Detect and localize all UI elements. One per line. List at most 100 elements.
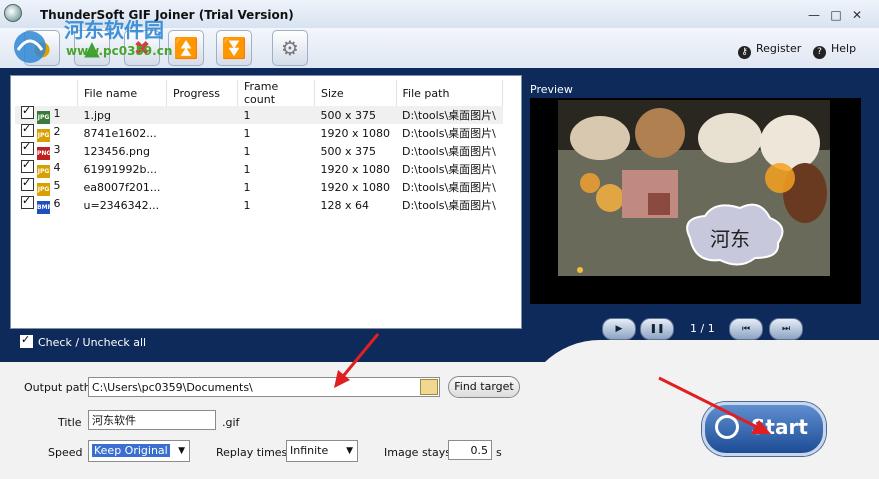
file-path-cell: D:\tools\桌面图片\: [402, 145, 496, 158]
frame-count-cell: 1: [243, 162, 251, 176]
next-frame-button[interactable]: ⏭: [769, 318, 803, 340]
move-down-button[interactable]: ⏬: [216, 30, 252, 66]
page-counter: 1 / 1: [690, 322, 715, 335]
refresh-icon: [715, 415, 739, 439]
row-checkbox[interactable]: [21, 176, 34, 191]
file-type-icon: JPG: [37, 111, 50, 124]
size-cell: 128 x 64: [320, 198, 370, 212]
file-type-icon: BMP: [37, 201, 52, 214]
move-top-button[interactable]: ⏫: [168, 30, 204, 66]
file-path-cell: D:\tools\桌面图片\: [402, 181, 496, 194]
skip-back-icon: ⏮: [741, 324, 751, 334]
file-name-cell: 8741e1602...: [83, 126, 157, 140]
row-index: 3: [53, 143, 61, 156]
minimize-button[interactable]: —: [805, 8, 823, 22]
table-row[interactable]: JPG 11.jpg1500 x 375D:\tools\桌面图片\: [15, 104, 503, 124]
image-stays-input[interactable]: 0.5: [448, 440, 492, 460]
skip-forward-icon: ⏭: [781, 324, 791, 334]
help-icon: ?: [813, 46, 826, 59]
frame-count-cell: 1: [243, 144, 251, 158]
chevron-down-icon: ▼: [346, 446, 353, 456]
table-row[interactable]: JPG 4 61991992b... 1 1920 x 1080 D:\tools\桌面…: [15, 158, 503, 178]
file-path-cell: D:\tools\桌面图片\: [402, 163, 496, 176]
help-link[interactable]: ? Help: [813, 42, 856, 59]
progress-cell: [167, 178, 238, 196]
output-path-input[interactable]: C:\Users\pc0359\Documents\: [88, 377, 440, 397]
file-type-icon: PNG: [37, 147, 51, 160]
gear-icon: ⚙: [281, 36, 299, 60]
title-label: Title: [58, 416, 82, 429]
app-icon: [4, 4, 22, 22]
frame-count-cell: 1: [243, 180, 251, 194]
size-cell: 1920 x 1080: [320, 180, 391, 194]
preview-scene: 河东: [530, 98, 861, 304]
register-link[interactable]: ⚷ Register: [738, 42, 801, 59]
settings-button[interactable]: ⚙: [272, 30, 308, 66]
table-row[interactable]: JPG 5 ea8007f201... 1 1920 x 1080 D:\tools\桌…: [15, 176, 503, 196]
file-name-cell: u=2346342...: [83, 198, 160, 212]
file-name-cell: 1.jpg: [77, 106, 167, 124]
start-button[interactable]: Start: [702, 402, 826, 456]
file-type-icon: JPG: [37, 129, 50, 142]
replay-times-value: Infinite: [290, 444, 329, 457]
column-frame-count[interactable]: Frame count: [237, 80, 315, 106]
column-progress[interactable]: Progress: [166, 80, 238, 106]
row-checkbox[interactable]: [21, 122, 34, 137]
preview-image: 河东: [530, 98, 861, 304]
progress-cell: [167, 160, 238, 178]
file-table: File name Progress Frame count Size File…: [15, 80, 503, 214]
maximize-button[interactable]: □: [827, 8, 845, 22]
watermark-text: 河东软件园: [64, 18, 164, 42]
file-name-cell: 61991992b...: [83, 162, 157, 176]
table-row[interactable]: BMP 6 u=2346342... 1 128 x 64 D:\tools\桌面图片\: [15, 194, 503, 214]
column-size[interactable]: Size: [314, 80, 397, 106]
preview-label: Preview: [530, 83, 573, 96]
previous-frame-button[interactable]: ⏮: [729, 318, 763, 340]
pause-button[interactable]: ❚❚: [640, 318, 674, 340]
replay-times-select[interactable]: Infinite ▼: [286, 440, 358, 462]
row-index: 4: [53, 161, 61, 174]
image-stays-label: Image stays: [384, 446, 451, 459]
row-checkbox[interactable]: [21, 104, 34, 119]
file-list[interactable]: File name Progress Frame count Size File…: [10, 75, 522, 329]
help-label: Help: [831, 42, 857, 55]
check-all-toggle[interactable]: Check / Uncheck all: [20, 333, 146, 349]
row-index: 1: [53, 107, 61, 120]
play-button[interactable]: ▶: [602, 318, 636, 340]
table-row[interactable]: JPG 2 8741e1602... 1 1920 x 1080 D:\tools\桌面…: [15, 122, 503, 142]
key-icon: ⚷: [738, 46, 751, 59]
replay-times-label: Replay times: [216, 446, 288, 459]
pause-icon: ❚❚: [649, 324, 665, 334]
output-path-label: Output path: [24, 381, 91, 394]
table-row[interactable]: PNG 3 123456.png 1 500 x 375 D:\tools\桌面图片\: [15, 140, 503, 160]
file-path-cell: D:\tools\桌面图片\: [402, 127, 496, 140]
find-target-button[interactable]: Find target: [448, 376, 520, 398]
column-file-path[interactable]: File path: [396, 80, 503, 106]
speed-select[interactable]: Keep Original ▼: [88, 440, 190, 462]
speed-label: Speed: [48, 446, 83, 459]
register-label: Register: [756, 42, 802, 55]
image-stays-unit: s: [496, 446, 502, 459]
size-cell: 500 x 375: [320, 144, 377, 158]
check-all-checkbox[interactable]: [20, 333, 33, 348]
size-cell: 500 x 375: [314, 106, 396, 124]
file-path-cell: D:\tools\桌面图片\: [402, 199, 496, 212]
file-type-icon: JPG: [37, 165, 50, 178]
panel-curve: [520, 340, 879, 420]
column-file-name[interactable]: File name: [77, 80, 167, 106]
file-type-icon: JPG: [37, 183, 50, 196]
row-checkbox[interactable]: [21, 194, 34, 209]
title-input[interactable]: 河东软件: [88, 410, 216, 430]
row-checkbox[interactable]: [21, 158, 34, 173]
folder-icon[interactable]: [420, 379, 438, 395]
close-button[interactable]: ✕: [848, 8, 866, 22]
frame-count-cell: 1: [243, 198, 251, 212]
file-path-cell: D:\tools\桌面图片\: [396, 106, 503, 124]
row-checkbox[interactable]: [21, 140, 34, 155]
frame-count-cell: 1: [243, 126, 251, 140]
watermark-url: www.pc0359.cn: [66, 44, 173, 58]
column-select[interactable]: [15, 80, 78, 106]
app-window: ThunderSoft GIF Joiner (Trial Version) —…: [0, 0, 879, 479]
row-select-cell[interactable]: BMP 6: [15, 194, 78, 214]
progress-cell: [167, 142, 238, 160]
